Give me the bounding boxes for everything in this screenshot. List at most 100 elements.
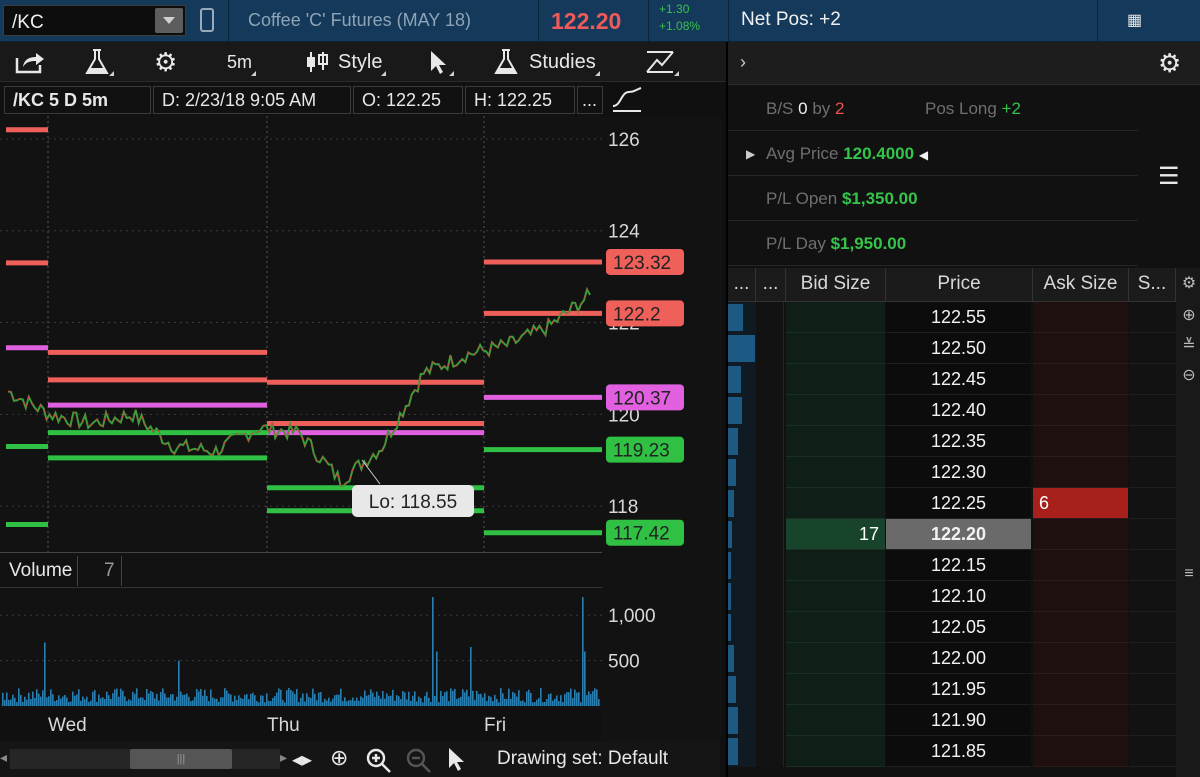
ladder-row[interactable]: 122.30 [728,457,1176,488]
ladder-cell[interactable] [1129,302,1176,333]
ladder-row[interactable]: 17 122.20 [728,519,1176,550]
ladder-cell[interactable] [756,519,784,550]
volume-setting[interactable]: 7 [98,556,122,586]
ladder-cell[interactable] [756,612,784,643]
ladder-cell[interactable] [756,488,784,519]
style-dropdown[interactable]: Style [304,42,387,82]
price-cell[interactable]: 122.15 [886,550,1031,581]
bid-size-cell[interactable] [786,333,885,364]
ask-size-cell[interactable] [1033,426,1128,457]
ladder-row[interactable]: 121.85 [728,736,1176,767]
ladder-cell[interactable] [1129,550,1176,581]
ask-size-cell[interactable] [1033,519,1128,550]
price-cell[interactable]: 122.50 [886,333,1031,364]
scrollbar-thumb[interactable]: ||| [130,749,232,769]
bid-size-cell[interactable] [786,302,885,333]
settings-button[interactable]: ⚙ [154,42,177,82]
ladder-cell[interactable] [1129,674,1176,705]
price-cell[interactable]: 122.40 [886,395,1031,426]
ladder-cell[interactable] [756,736,784,767]
symbol-input[interactable]: /KC [12,12,44,34]
ask-size-cell[interactable]: 6 [1033,488,1128,519]
price-cell[interactable]: 121.85 [886,736,1031,767]
ask-size-cell[interactable] [1033,736,1128,767]
col-header-bid-size[interactable]: Bid Size [786,268,886,302]
expand-chart-button[interactable] [609,84,645,114]
ladder-cell[interactable] [1129,333,1176,364]
ask-size-cell[interactable] [1033,674,1128,705]
ask-size-cell[interactable] [1033,550,1128,581]
col-header-ask-size[interactable]: Ask Size [1033,268,1129,302]
price-cell[interactable]: 122.05 [886,612,1031,643]
price-cell[interactable]: 122.20 [886,519,1031,550]
ladder-cell[interactable] [756,705,784,736]
col-header-price[interactable]: Price [886,268,1033,302]
grid-menu-icon[interactable]: ▦ [1127,13,1143,29]
ask-size-cell[interactable] [1033,395,1128,426]
price-cell[interactable]: 122.55 [886,302,1031,333]
ask-size-cell[interactable] [1033,581,1128,612]
crosshair-icon[interactable]: ⊕ [330,745,348,771]
price-cell[interactable]: 122.45 [886,364,1031,395]
price-cell[interactable]: 122.35 [886,426,1031,457]
bid-size-cell[interactable] [786,736,885,767]
ladder-cell[interactable] [756,581,784,612]
col-header-s[interactable]: S... [1129,268,1176,302]
bid-size-cell[interactable] [786,395,885,426]
ladder-row[interactable]: 122.55 [728,302,1176,333]
bid-size-cell[interactable] [786,581,885,612]
ladder-row[interactable]: 122.00 [728,643,1176,674]
chart-area[interactable]: 126124122120118 123.32122.2120.37119.231… [0,116,726,777]
gear-icon[interactable]: ⚙ [1181,276,1197,292]
ask-size-cell[interactable] [1033,364,1128,395]
link-icon[interactable] [200,8,214,32]
symbol-dropdown-button[interactable] [155,8,183,33]
ladder-cell[interactable] [756,550,784,581]
ladder-row[interactable]: 122.35 [728,426,1176,457]
gear-icon[interactable]: ⚙ [1158,48,1181,79]
ladder-row[interactable]: 122.25 6 [728,488,1176,519]
ladder-cell[interactable] [1129,643,1176,674]
zoom-out-icon[interactable] [404,746,432,774]
price-cell[interactable]: 122.10 [886,581,1031,612]
ask-size-cell[interactable] [1033,457,1128,488]
ladder-cell[interactable] [1129,457,1176,488]
center-icon[interactable]: ≚ [1181,338,1197,354]
ladder-row[interactable]: 122.05 [728,612,1176,643]
ask-size-cell[interactable] [1033,705,1128,736]
cursor-icon[interactable] [446,745,468,773]
col-header-1[interactable]: ... [728,268,756,302]
scroll-right-icon[interactable]: ▸ [280,749,287,766]
price-cell[interactable]: 122.00 [886,643,1031,674]
ladder-cell[interactable] [1129,395,1176,426]
price-cell[interactable]: 122.25 [886,488,1031,519]
bid-size-cell[interactable] [786,550,885,581]
ladder-cell[interactable] [1129,488,1176,519]
zoom-out-icon[interactable]: ⊖ [1181,368,1197,384]
timeframe-dropdown[interactable]: 5m [227,42,257,82]
ladder-cell[interactable] [756,395,784,426]
symbol-field[interactable]: /KC [3,5,186,36]
ladder-cell[interactable] [756,364,784,395]
bid-size-cell[interactable] [786,643,885,674]
price-cell[interactable]: 121.90 [886,705,1031,736]
more-button[interactable]: ... [577,86,603,114]
share-button[interactable] [14,42,46,82]
col-header-2[interactable]: ... [756,268,786,302]
drawing-set-label[interactable]: Drawing set: Default [497,748,668,770]
flask-button[interactable] [84,42,114,82]
ladder-cell[interactable] [1129,426,1176,457]
price-cell[interactable]: 122.30 [886,457,1031,488]
zoom-in-icon[interactable]: ⊕ [1181,308,1197,324]
bid-size-cell[interactable] [786,364,885,395]
ladder-cell[interactable] [1129,519,1176,550]
ladder-cell[interactable] [1129,736,1176,767]
ladder-cell[interactable] [756,426,784,457]
collapse-chevron-icon[interactable]: › [740,52,746,73]
ladder-cell[interactable] [1129,705,1176,736]
ladder-row[interactable]: 122.10 [728,581,1176,612]
price-cell[interactable]: 121.95 [886,674,1031,705]
ladder-row[interactable]: 122.40 [728,395,1176,426]
expand-arrow-icon[interactable]: ▶ [746,147,755,161]
ladder-cell[interactable] [1129,581,1176,612]
